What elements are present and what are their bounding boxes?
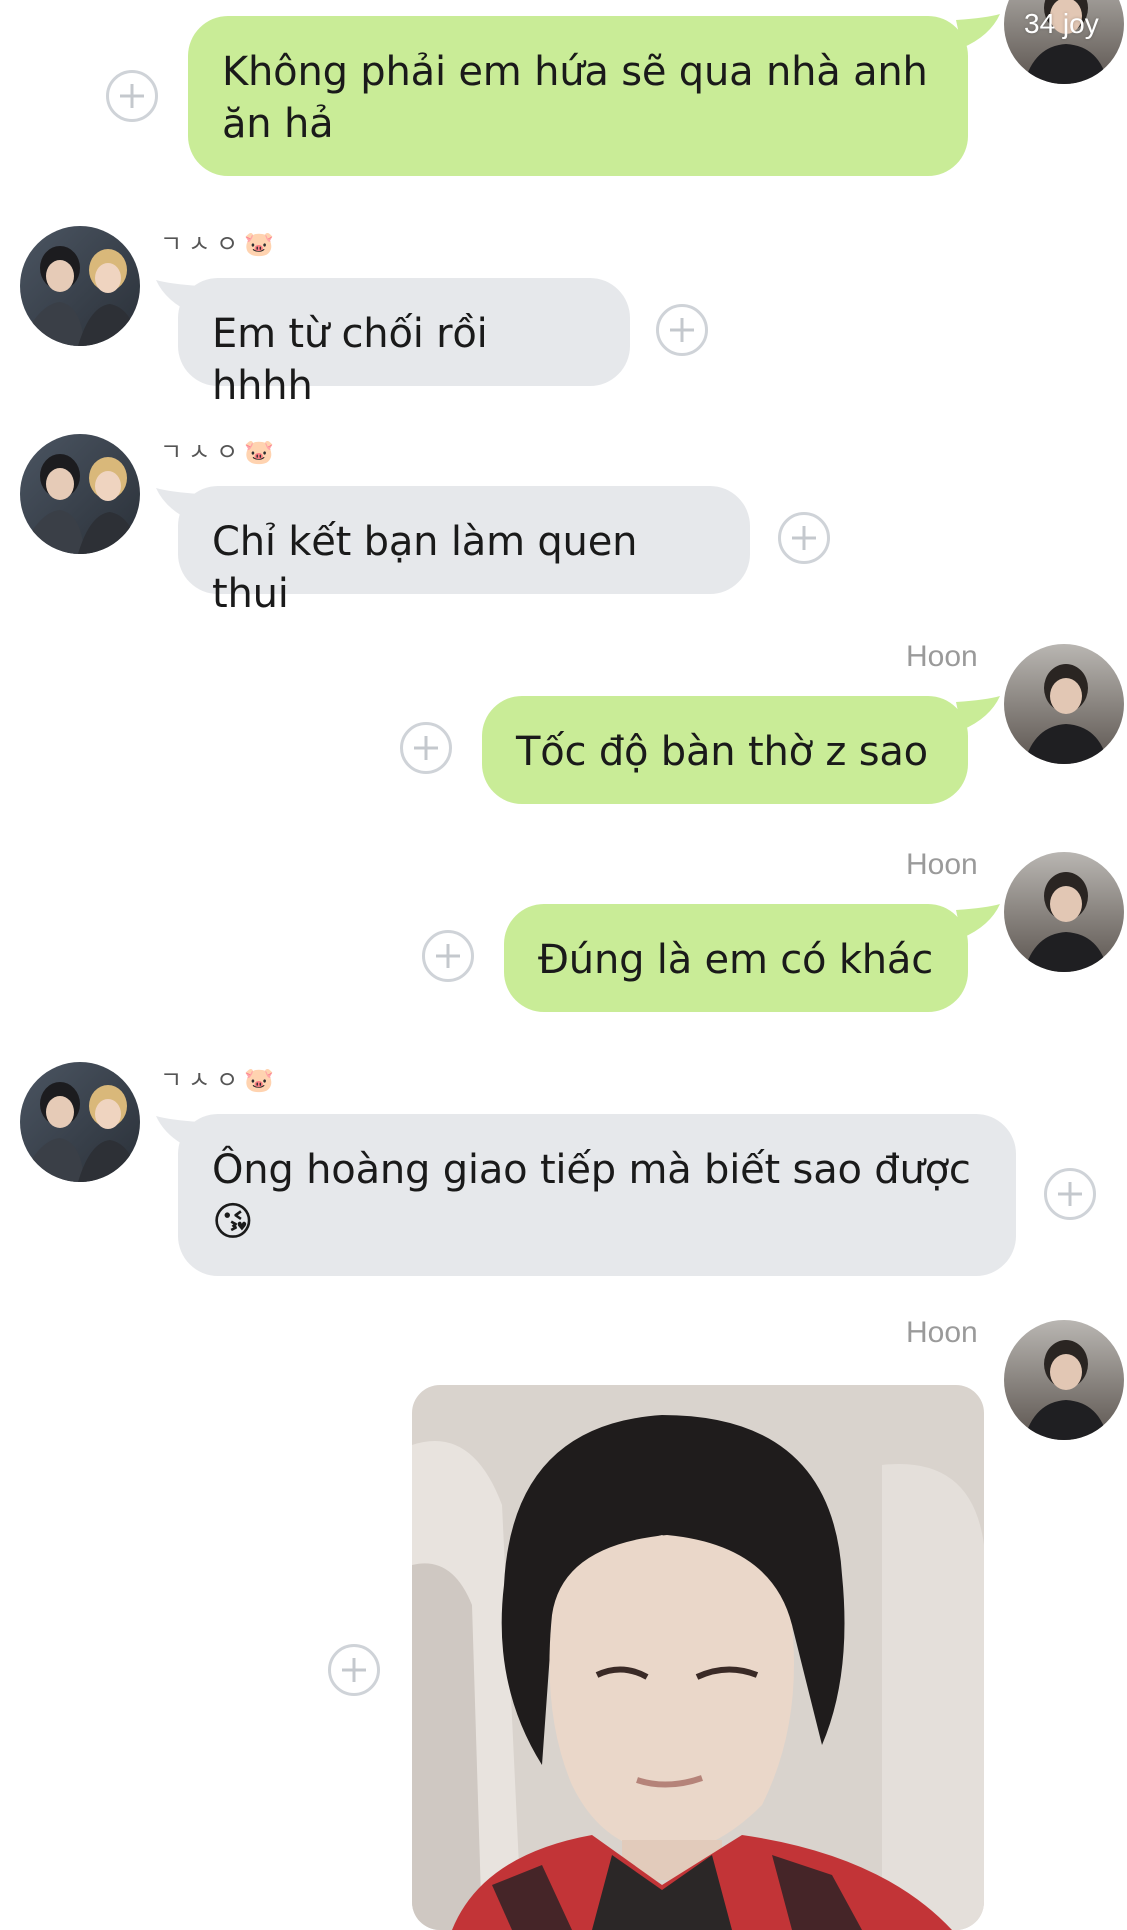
message-bubble[interactable]: Em từ chối rồi hhhh [178, 278, 630, 409]
sender-name: Hoon [906, 640, 978, 673]
avatar-group-photo[interactable] [20, 434, 140, 554]
photo-message[interactable] [412, 1385, 984, 1930]
bubble-tail [956, 14, 1000, 48]
message-text: Chỉ kết bạn làm quen thui [212, 519, 638, 617]
message-bubble[interactable]: Tốc độ bàn thờ z sao [482, 696, 968, 804]
message-text: Tốc độ bàn thờ z sao [516, 729, 928, 775]
plus-circle-icon[interactable] [328, 1644, 380, 1696]
plus-circle-icon[interactable] [400, 722, 452, 774]
message-text: Không phải em hứa sẽ qua nhà anh ăn hả [222, 49, 928, 147]
plus-circle-icon[interactable] [106, 70, 158, 122]
sender-name: ㄱㅅㅇ🐷 [160, 439, 281, 466]
message-row-5: Hoon Đúng là em có khác [0, 848, 1127, 1028]
message-bubble[interactable]: Không phải em hứa sẽ qua nhà anh ăn hả [188, 16, 968, 176]
message-bubble[interactable]: Chỉ kết bạn làm quen thui [178, 486, 750, 617]
sender-name: ㄱㅅㅇ🐷 [160, 231, 281, 258]
plus-circle-icon[interactable] [1044, 1168, 1096, 1220]
sender-name: Hoon [906, 848, 978, 881]
plus-circle-icon[interactable] [778, 512, 830, 564]
bubble-tail [956, 696, 1000, 730]
avatar-group-photo[interactable] [20, 226, 140, 346]
plus-circle-icon[interactable] [656, 304, 708, 356]
photo-image [412, 1385, 984, 1930]
message-row-1: Không phải em hứa sẽ qua nhà anh ăn hả 3… [0, 0, 1127, 180]
message-bubble[interactable]: Ông hoàng giao tiếp mà biết sao được 😘 [178, 1114, 1016, 1276]
message-row-6: ㄱㅅㅇ🐷 Ông hoàng giao tiếp mà biết sao đượ… [0, 1056, 1127, 1286]
message-bubble[interactable]: Đúng là em có khác [504, 904, 968, 1012]
overlay-label: 34 joy [1024, 8, 1099, 39]
avatar-group-photo[interactable] [20, 1062, 140, 1182]
avatar-hoon[interactable] [1004, 644, 1124, 764]
message-text: Đúng là em có khác [538, 937, 934, 983]
message-row-3: ㄱㅅㅇ🐷 Chỉ kết bạn làm quen thui [0, 428, 1127, 617]
message-text: Ông hoàng giao tiếp mà biết sao được 😘 [212, 1147, 971, 1245]
avatar-hoon[interactable] [1004, 1320, 1124, 1440]
bubble-tail [956, 904, 1000, 938]
sender-name: ㄱㅅㅇ🐷 [160, 1067, 281, 1094]
plus-circle-icon[interactable] [422, 930, 474, 982]
message-text: Em từ chối rồi hhhh [212, 311, 488, 409]
message-row-2: ㄱㅅㅇ🐷 Em từ chối rồi hhhh [0, 220, 1127, 409]
message-row-4: Hoon Tốc độ bàn thờ z sao [0, 640, 1127, 820]
avatar-hoon[interactable] [1004, 852, 1124, 972]
sender-name: Hoon [906, 1316, 978, 1349]
